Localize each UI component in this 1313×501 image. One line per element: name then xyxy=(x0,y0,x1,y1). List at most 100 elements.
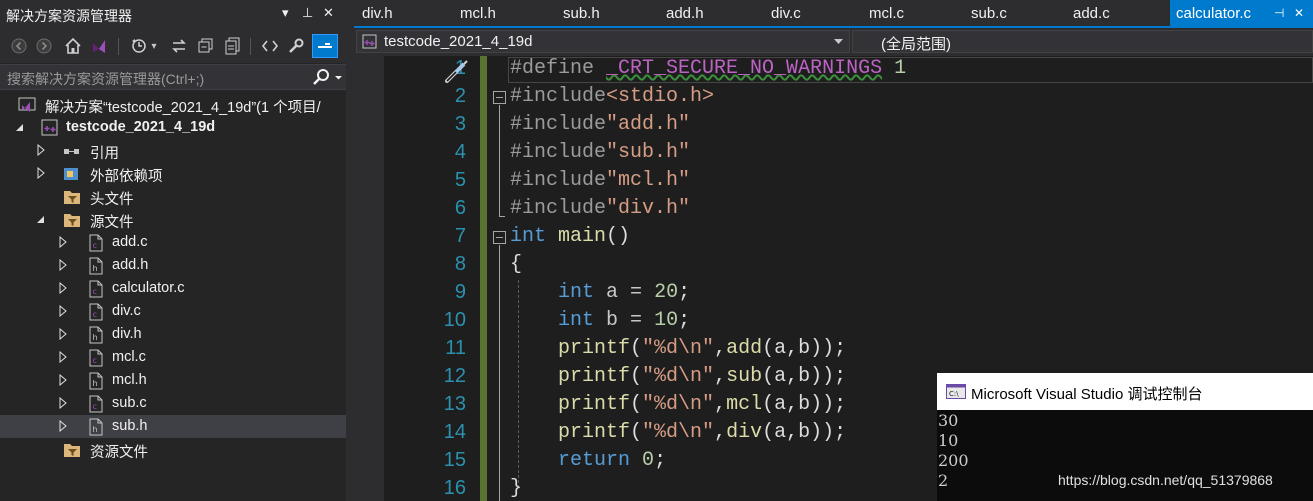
tree-item-file[interactable]: c calculator.c xyxy=(0,277,346,300)
dropdown-icon[interactable]: ▾ xyxy=(282,5,289,21)
tree-item-file[interactable]: c sub.c xyxy=(0,392,346,415)
code-line-7: int main() xyxy=(510,225,631,248)
file-label: div.c xyxy=(112,303,141,319)
tab-calculator-c[interactable]: calculator.c ⊣ ✕ xyxy=(1170,0,1313,28)
fold-toggle-icon[interactable] xyxy=(493,91,506,104)
c-file-icon: c xyxy=(87,280,105,298)
solution-explorer: 解决方案资源管理器 ▾ ⊥ ✕ ▾ 搜索解决方案资源管理器(Ctrl+;) 解决… xyxy=(0,0,346,501)
tree-item-project[interactable]: testcode_2021_4_19d xyxy=(0,116,346,139)
tab-mcl-h[interactable]: mcl.h xyxy=(460,0,496,28)
show-all-files-icon[interactable] xyxy=(222,34,244,58)
pending-dropdown-icon[interactable]: ▾ xyxy=(148,34,160,58)
code-line-15: return 0; xyxy=(558,449,667,472)
tab-sub-h[interactable]: sub.h xyxy=(563,0,600,28)
vs-switch-icon[interactable] xyxy=(88,34,110,58)
console-output-line: 10 xyxy=(938,431,959,450)
collapsed-arrow-icon[interactable] xyxy=(36,143,46,157)
chevron-down-icon[interactable] xyxy=(834,39,843,45)
tree-item-file[interactable]: h div.h xyxy=(0,323,346,346)
line-number: 8 xyxy=(454,253,466,275)
filter-folder-icon xyxy=(63,188,81,206)
code-line-9: int a = 20; xyxy=(558,281,691,304)
console-title-bar[interactable]: C:\ Microsoft Visual Studio 调试控制台 xyxy=(937,373,1313,410)
code-line-16: } xyxy=(510,477,523,500)
toolbar-separator xyxy=(250,38,251,55)
code-line-10: int b = 10; xyxy=(558,309,691,332)
code-line-3: #include"add.h" xyxy=(510,113,691,136)
scope-combo[interactable]: (全局范围) xyxy=(852,30,1313,53)
tree-item-file[interactable]: h sub.h xyxy=(0,415,346,438)
view-code-icon[interactable] xyxy=(259,34,281,58)
fold-toggle-icon[interactable] xyxy=(493,231,506,244)
collapsed-arrow-icon[interactable] xyxy=(58,235,68,249)
svg-text:c: c xyxy=(93,241,97,250)
collapsed-arrow-icon[interactable] xyxy=(58,373,68,387)
collapsed-arrow-icon[interactable] xyxy=(36,166,46,180)
tree-item-header-files[interactable]: 头文件 xyxy=(0,185,346,208)
resource-files-label: 资源文件 xyxy=(90,445,148,461)
code-line-11: printf("%d\n",add(a,b)); xyxy=(558,337,847,360)
tab-div-h[interactable]: div.h xyxy=(362,0,393,28)
svg-text:c: c xyxy=(93,356,97,365)
tree-item-external-deps[interactable]: 外部依赖项 xyxy=(0,162,346,185)
forward-icon[interactable] xyxy=(33,34,55,58)
explorer-search-box[interactable]: 搜索解决方案资源管理器(Ctrl+;) xyxy=(0,64,346,90)
collapsed-arrow-icon[interactable] xyxy=(58,281,68,295)
header-files-label: 头文件 xyxy=(90,192,134,208)
code-line-12: printf("%d\n",sub(a,b)); xyxy=(558,365,847,388)
toolbar-separator xyxy=(118,38,119,55)
tree-item-solution[interactable]: 解决方案“testcode_2021_4_19d”(1 个项目/ xyxy=(0,93,346,116)
filter-folder-icon xyxy=(63,211,81,229)
close-tab-icon[interactable]: ✕ xyxy=(1294,6,1304,20)
tab-sub-c[interactable]: sub.c xyxy=(971,0,1007,28)
back-icon[interactable] xyxy=(8,34,30,58)
collapsed-arrow-icon[interactable] xyxy=(58,304,68,318)
c-file-icon: c xyxy=(87,234,105,252)
svg-text:h: h xyxy=(93,333,98,342)
project-combo[interactable]: testcode_2021_4_19d xyxy=(356,30,850,53)
tree-item-references[interactable]: 引用 xyxy=(0,139,346,162)
line-number: 16 xyxy=(443,477,466,499)
properties-wrench-icon[interactable] xyxy=(285,34,307,58)
collapsed-arrow-icon[interactable] xyxy=(58,258,68,272)
file-label: sub.c xyxy=(112,395,147,411)
close-icon[interactable]: ✕ xyxy=(323,5,334,21)
code-line-8: { xyxy=(510,253,523,276)
tree-item-file[interactable]: h add.h xyxy=(0,254,346,277)
c-file-icon: c xyxy=(87,395,105,413)
preview-selected-icon[interactable] xyxy=(312,34,338,58)
search-icon[interactable] xyxy=(308,67,344,87)
console-output-line: 30 xyxy=(938,411,959,430)
quick-actions-screwdriver-icon[interactable] xyxy=(442,57,470,90)
collapsed-arrow-icon[interactable] xyxy=(58,419,68,433)
collapsed-arrow-icon[interactable] xyxy=(58,350,68,364)
code-line-5: #include"mcl.h" xyxy=(510,169,691,192)
fold-line xyxy=(499,245,500,501)
collapsed-arrow-icon[interactable] xyxy=(58,396,68,410)
tree-item-file[interactable]: c mcl.c xyxy=(0,346,346,369)
tree-item-file[interactable]: h mcl.h xyxy=(0,369,346,392)
file-label: calculator.c xyxy=(112,280,185,296)
pending-changes-icon[interactable] xyxy=(128,34,150,58)
home-icon[interactable] xyxy=(62,34,84,58)
console-title: Microsoft Visual Studio 调试控制台 xyxy=(971,386,1203,403)
tab-add-c[interactable]: add.c xyxy=(1073,0,1110,28)
collapse-all-icon[interactable] xyxy=(195,34,217,58)
sync-icon[interactable] xyxy=(168,34,190,58)
expanded-arrow-icon[interactable] xyxy=(36,213,46,225)
tab-add-h[interactable]: add.h xyxy=(666,0,704,28)
expanded-arrow-icon[interactable] xyxy=(15,121,25,133)
collapsed-arrow-icon[interactable] xyxy=(58,327,68,341)
tree-item-source-files[interactable]: 源文件 xyxy=(0,208,346,231)
tab-mcl-c[interactable]: mcl.c xyxy=(869,0,904,28)
panel-splitter[interactable] xyxy=(346,0,354,501)
code-line-6: #include"div.h" xyxy=(510,197,691,220)
pin-tab-icon[interactable]: ⊣ xyxy=(1274,6,1284,20)
tree-item-file[interactable]: c div.c xyxy=(0,300,346,323)
tree-item-resource-files[interactable]: 资源文件 xyxy=(0,438,346,461)
tab-div-c[interactable]: div.c xyxy=(771,0,801,28)
tree-item-file[interactable]: c add.c xyxy=(0,231,346,254)
pin-icon[interactable]: ⊥ xyxy=(302,5,313,21)
change-tracking-bar xyxy=(480,56,487,501)
references-icon xyxy=(63,142,81,160)
